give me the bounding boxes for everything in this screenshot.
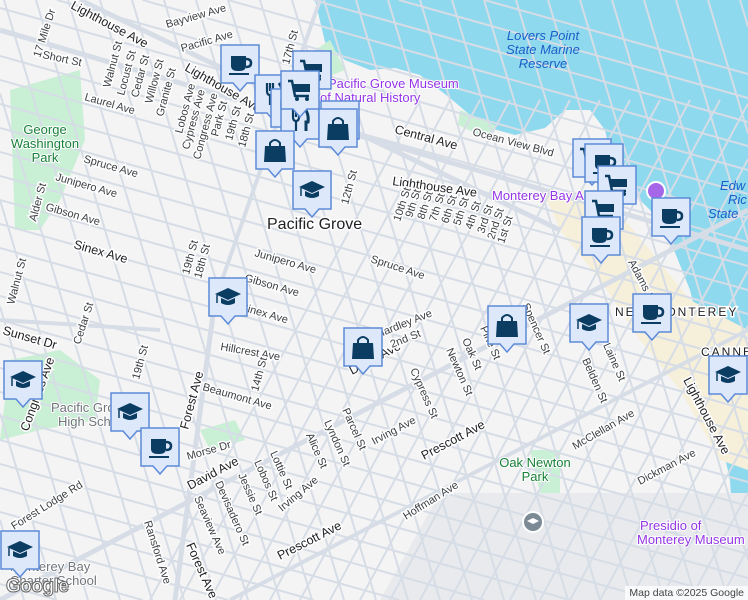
poi-label: Pacific Grove Museum bbox=[328, 76, 459, 91]
map-attribution[interactable]: Map data ©2025 Google bbox=[625, 586, 748, 600]
street-label: Sinex Ave bbox=[72, 237, 129, 266]
street-label: Belden St bbox=[579, 356, 609, 404]
park-label: Park bbox=[522, 469, 549, 484]
street-label: Junipero Ave bbox=[253, 247, 317, 276]
water-label: Ric bbox=[728, 192, 747, 207]
water-label: State Marine bbox=[506, 42, 580, 57]
street-label: Gibson Ave bbox=[44, 201, 101, 228]
street-label: Spruce Ave bbox=[369, 253, 426, 282]
school-marker[interactable] bbox=[292, 170, 332, 219]
street-label: 12th St bbox=[339, 169, 360, 206]
water-label: Lovers Point bbox=[507, 28, 581, 43]
street-label: Spruce Ave bbox=[82, 153, 139, 180]
park-label: Oak Newton bbox=[499, 455, 571, 470]
street-label: Laine St bbox=[600, 341, 627, 383]
water-label: Reserve bbox=[519, 56, 567, 71]
google-logo[interactable]: Google bbox=[5, 576, 69, 598]
street-label: 14th St bbox=[249, 356, 270, 393]
poi-label: Presidio of bbox=[640, 518, 702, 533]
school-marker[interactable] bbox=[569, 303, 609, 352]
street-label: Walnut St bbox=[5, 257, 29, 306]
park-label: Park bbox=[32, 150, 59, 165]
coffee-marker[interactable] bbox=[140, 427, 180, 476]
oak-newton-park-label[interactable]: Oak Newton Park bbox=[498, 454, 572, 485]
presidio-school-pin-icon[interactable] bbox=[522, 511, 544, 533]
street-label: Bayview Ave bbox=[165, 2, 228, 31]
road bbox=[0, 343, 748, 555]
water-label: State bbox=[708, 206, 738, 221]
map-canvas[interactable]: 17 Mile Dr Lighthouse Ave Bayview Ave Pa… bbox=[0, 0, 748, 600]
city-label-pacific-grove: Pacific Grove bbox=[267, 216, 362, 233]
park-label: George bbox=[23, 122, 66, 137]
park-label: Washington bbox=[11, 136, 79, 151]
street-label: Alice St bbox=[303, 431, 329, 470]
water-label: Edw bbox=[720, 178, 747, 193]
poi-label: Monterey Museum bbox=[637, 532, 745, 547]
